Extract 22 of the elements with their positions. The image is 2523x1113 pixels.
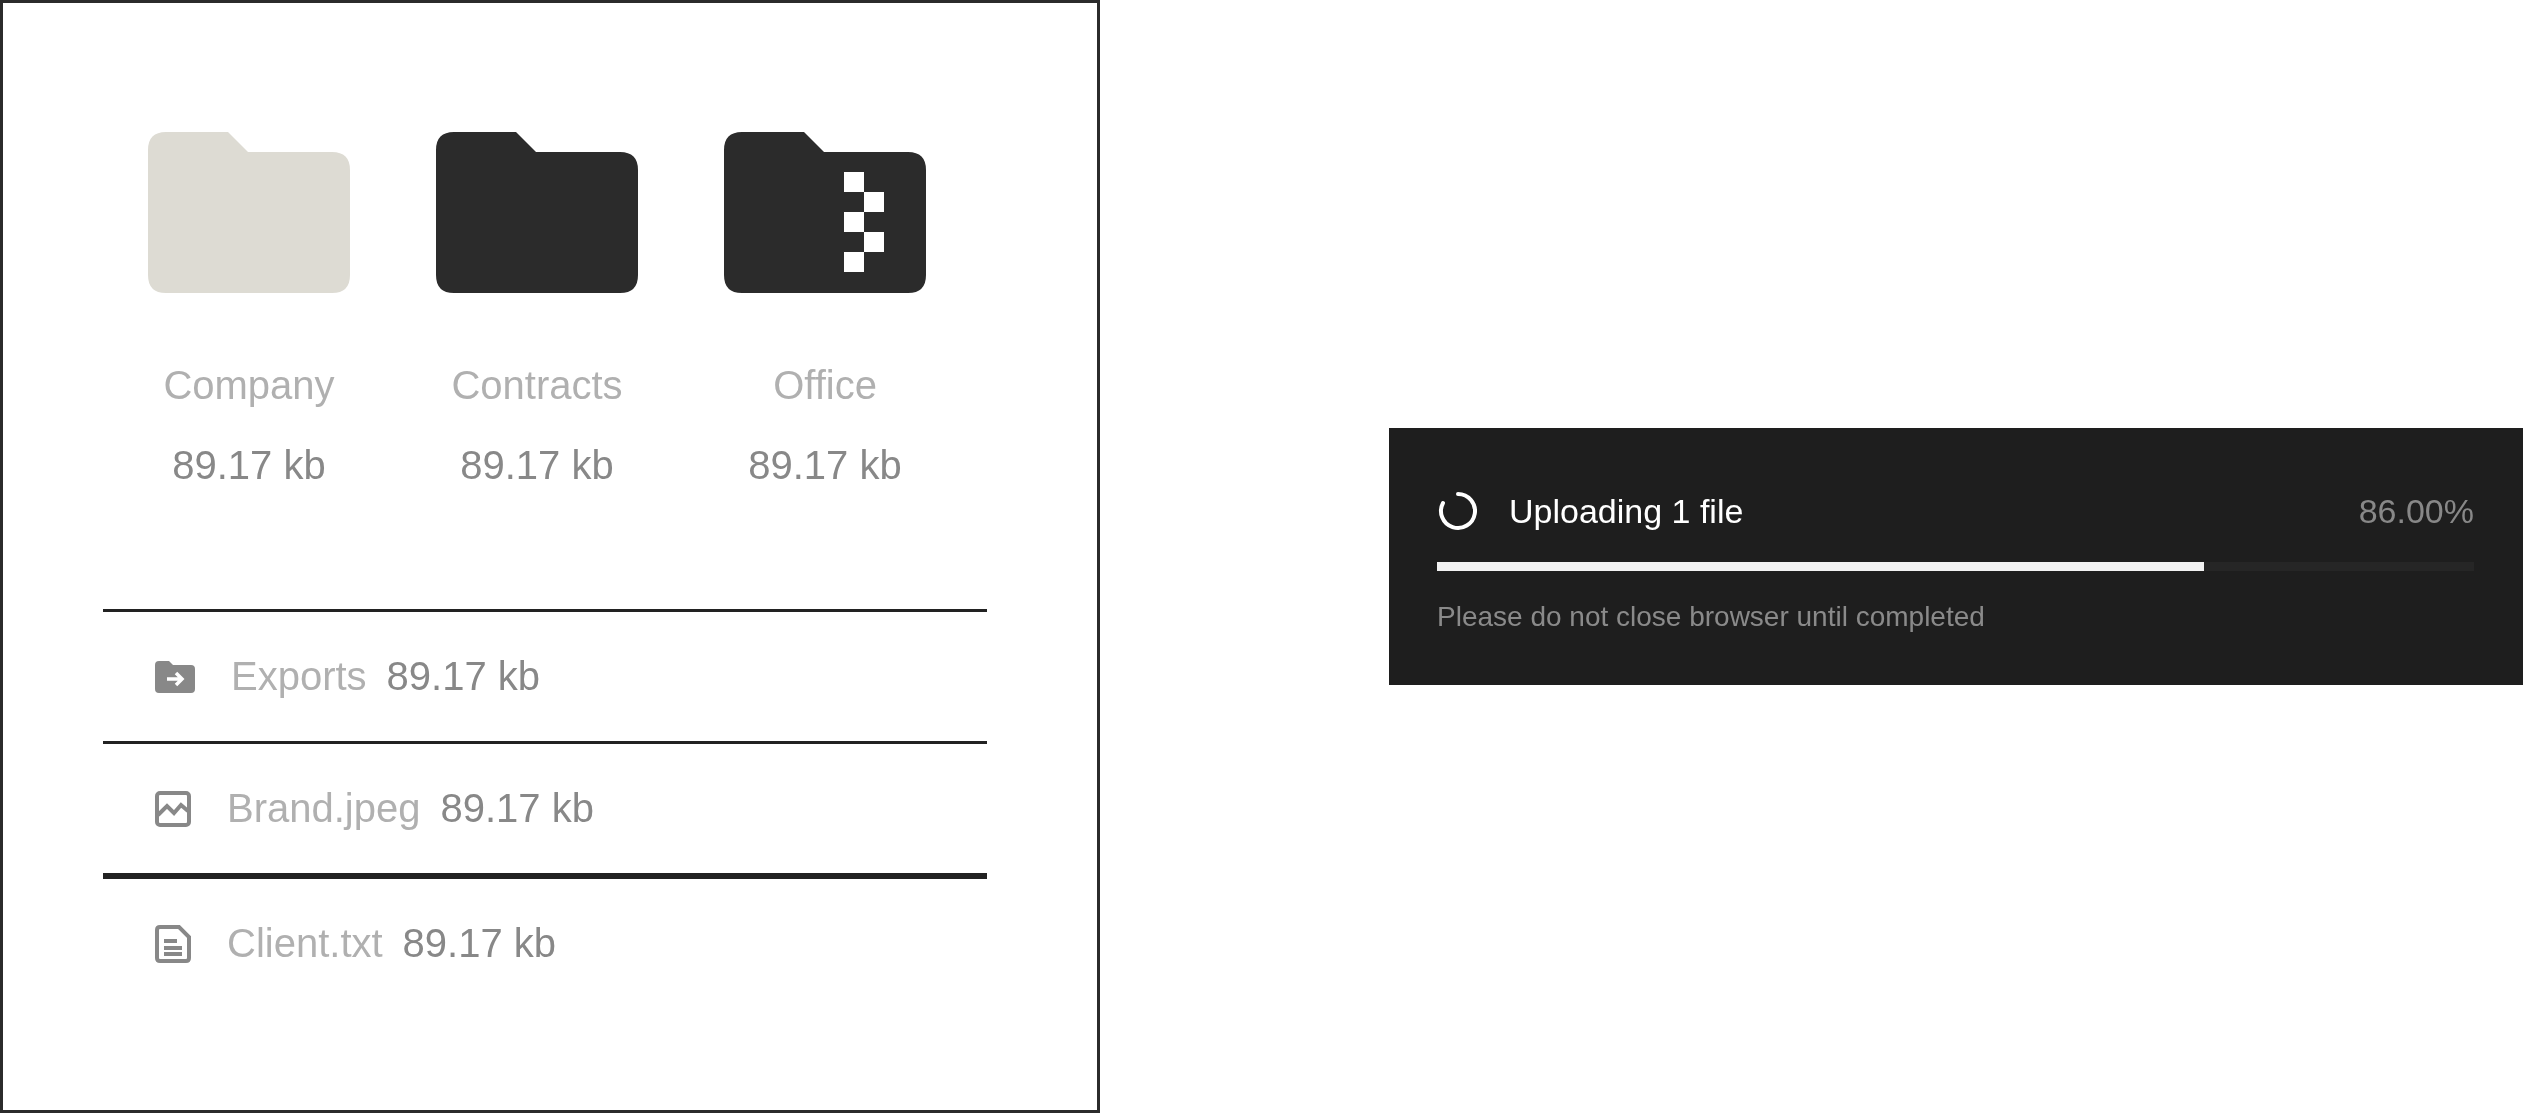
image-icon <box>155 790 191 827</box>
spinner-icon <box>1437 490 1479 532</box>
file-size: 89.17 kb <box>460 442 614 489</box>
document-icon <box>155 924 191 963</box>
file-name[interactable]: Brand.jpeg <box>227 786 421 831</box>
file-size: 89.17 kb <box>440 786 594 831</box>
folder-icon <box>148 132 350 293</box>
file-name[interactable]: Client.txt <box>227 921 383 966</box>
folder-icon <box>436 132 638 293</box>
file-size: 89.17 kb <box>386 654 541 699</box>
file-size: 89.17 kb <box>748 442 902 489</box>
upload-note: Please do not close browser until completed <box>1437 601 1986 633</box>
upload-percent: 86.00% <box>2358 491 2474 531</box>
folder-name[interactable]: Office <box>773 361 877 409</box>
folder-arrow-icon <box>155 660 195 693</box>
folder-name[interactable]: Company <box>163 361 335 409</box>
folder-name[interactable]: Contracts <box>451 361 623 409</box>
file-size: 89.17 kb <box>172 442 326 489</box>
zip-folder-icon <box>724 132 926 293</box>
upload-title: Uploading 1 file <box>1509 491 1745 531</box>
file-name[interactable]: Exports <box>231 654 367 699</box>
file-size: 89.17 kb <box>402 921 557 966</box>
